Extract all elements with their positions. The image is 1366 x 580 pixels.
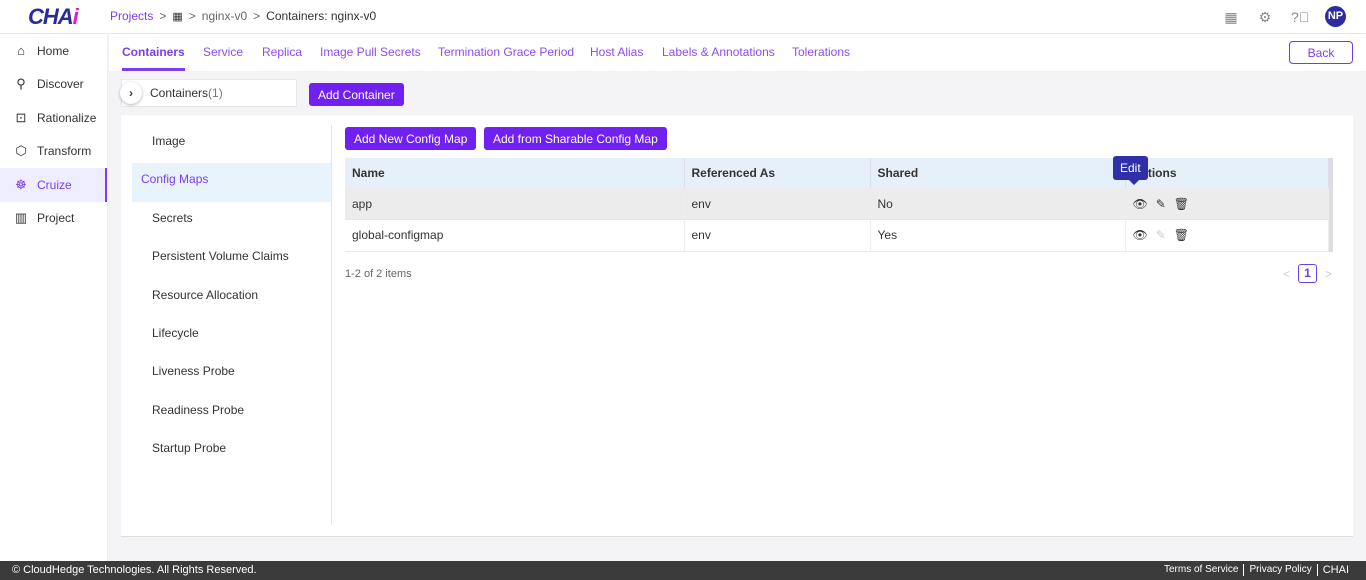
chai-link[interactable]: CHAI (1323, 564, 1354, 576)
table-row: global-configmap env Yes 👁 ✎ 🗑 (345, 219, 1329, 252)
content-panel: Image Config Maps Secrets Persistent Vol… (121, 115, 1353, 537)
sidebar: ⌂ Home ⚲ Discover ⊡ Rationalize ⬡ Transform … (0, 34, 108, 561)
copyright: © CloudHedge Technologies. All Rights Re… (12, 564, 257, 576)
menu-readiness-probe[interactable]: Readiness Probe (132, 394, 331, 432)
discover-icon: ⚲ (16, 76, 26, 92)
breadcrumb-project[interactable]: nginx-v0 (202, 9, 247, 23)
sidebar-item-cruize[interactable]: ☸ Cruize (0, 168, 107, 202)
edit-icon-disabled: ✎ (1155, 228, 1166, 243)
top-bar: CHAi Projects > ▦ > nginx-v0 > Container… (0, 0, 1366, 34)
add-new-config-map-button[interactable]: Add New Config Map (345, 127, 477, 150)
apps-grid-icon[interactable]: ▦ (1223, 9, 1239, 25)
col-shared: Shared (870, 158, 1126, 188)
prev-page-button[interactable]: < (1283, 267, 1290, 281)
pagination: < 1 > (1283, 264, 1332, 283)
sidebar-item-discover[interactable]: ⚲ Discover (0, 68, 107, 102)
menu-liveness-probe[interactable]: Liveness Probe (132, 355, 331, 393)
sidebar-item-project[interactable]: ▥ Project (0, 202, 107, 236)
tab-service[interactable]: Service (203, 45, 243, 59)
home-icon: ⌂ (17, 43, 25, 59)
chai-logo[interactable]: CHAi (28, 4, 79, 30)
table-row: app env No 👁 ✎ 🗑 (345, 188, 1329, 220)
eye-icon[interactable]: 👁 (1133, 228, 1148, 242)
footer: © CloudHedge Technologies. All Rights Re… (0, 561, 1366, 580)
chevron-right-icon[interactable]: › (120, 82, 142, 104)
col-name: Name (345, 158, 685, 188)
menu-image[interactable]: Image (132, 125, 331, 163)
menu-lifecycle[interactable]: Lifecycle (132, 317, 331, 355)
breadcrumb: Projects > ▦ > nginx-v0 > Containers: ng… (110, 9, 377, 23)
menu-startup-probe[interactable]: Startup Probe (132, 432, 331, 470)
cube-icon: ⬡ (15, 143, 27, 159)
tab-host-alias[interactable]: Host Alias (590, 45, 643, 59)
table-scrollbar[interactable] (1329, 158, 1333, 252)
pagination-summary: 1-2 of 2 items (345, 268, 412, 280)
tab-bar: Containers Service Replica Image Pull Se… (109, 34, 1366, 71)
containers-selector[interactable]: › Containers (1) (120, 79, 297, 107)
add-container-button[interactable]: Add Container (309, 83, 404, 106)
terms-link[interactable]: Terms of Service (1164, 564, 1245, 576)
trash-icon[interactable]: 🗑 (1174, 197, 1189, 211)
eye-icon[interactable]: 👁 (1133, 197, 1148, 211)
tab-image-pull-secrets[interactable]: Image Pull Secrets (320, 45, 421, 59)
col-actions: Actions (1125, 158, 1329, 188)
menu-resource-allocation[interactable]: Resource Allocation (132, 279, 331, 317)
tab-labels-annotations[interactable]: Labels & Annotations (662, 45, 775, 59)
privacy-link[interactable]: Privacy Policy (1249, 564, 1318, 576)
col-referenced-as: Referenced As (684, 158, 871, 188)
edit-tooltip: Edit (1113, 156, 1148, 185)
back-button[interactable]: Back (1289, 41, 1353, 64)
chart-board-icon: ⊡ (15, 109, 27, 125)
sidebar-item-rationalize[interactable]: ⊡ Rationalize (0, 101, 107, 135)
fingerprint-icon: ☸ (15, 176, 27, 192)
menu-config-maps[interactable]: Config Maps (132, 163, 331, 202)
gear-icon[interactable]: ⚙ (1257, 9, 1273, 25)
menu-pvc[interactable]: Persistent Volume Claims (132, 240, 331, 278)
avatar[interactable]: NP (1325, 6, 1346, 27)
menu-secrets[interactable]: Secrets (132, 202, 331, 240)
edit-icon[interactable]: ✎ (1156, 197, 1166, 211)
trash-icon[interactable]: 🗑 (1174, 228, 1189, 242)
tab-replica[interactable]: Replica (262, 45, 302, 59)
breadcrumb-current: Containers: nginx-v0 (266, 9, 377, 23)
sidebar-item-home[interactable]: ⌂ Home (0, 34, 107, 68)
config-maps-table: Name Referenced As Shared Actions app en… (345, 158, 1329, 252)
config-menu: Image Config Maps Secrets Persistent Vol… (121, 125, 332, 525)
tab-termination-grace-period[interactable]: Termination Grace Period (438, 45, 574, 59)
board-icon: ▥ (14, 210, 28, 226)
tab-containers[interactable]: Containers (122, 45, 185, 71)
sidebar-item-transform[interactable]: ⬡ Transform (0, 135, 107, 169)
add-sharable-config-map-button[interactable]: Add from Sharable Config Map (484, 127, 667, 150)
help-icon[interactable]: ?⃝ (1291, 9, 1309, 25)
grid-icon[interactable]: ▦ (172, 10, 182, 23)
next-page-button[interactable]: > (1325, 267, 1332, 281)
tab-tolerations[interactable]: Tolerations (792, 45, 850, 59)
breadcrumb-projects[interactable]: Projects (110, 9, 153, 23)
page-1-button[interactable]: 1 (1298, 264, 1318, 283)
